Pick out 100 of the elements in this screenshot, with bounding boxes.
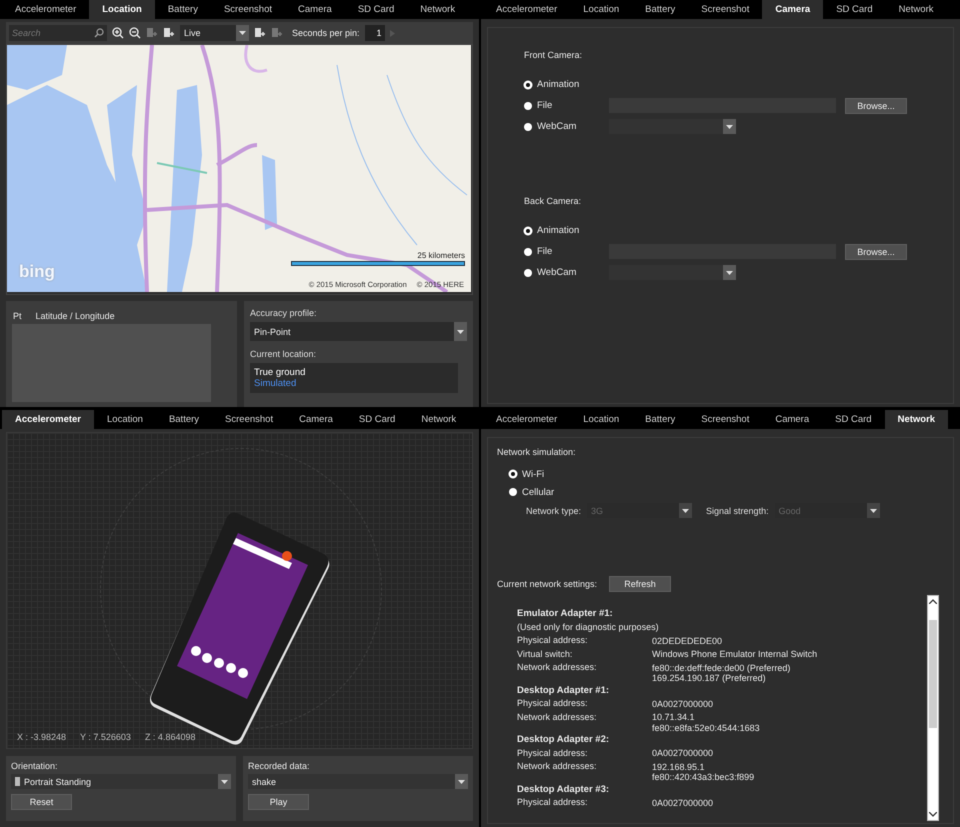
orientation-label: Orientation: [11, 761, 58, 771]
accuracy-profile-dropdown[interactable]: Pin-Point [250, 322, 467, 341]
play-button[interactable]: Play [248, 794, 309, 810]
property-label: Network addresses: [517, 760, 598, 773]
section-title: Front Camera: [524, 50, 584, 60]
property-label: Network addresses: [517, 710, 598, 724]
scroll-up-icon[interactable] [929, 599, 937, 604]
property-value: fe80::420:43a3:bec3:f899 [652, 772, 754, 782]
radio-button[interactable]: Wi-Fi [509, 468, 594, 480]
property-label: Network addresses: [517, 661, 598, 674]
tab[interactable]: SD Card [344, 0, 408, 19]
zoom-in-icon[interactable] [112, 27, 124, 39]
search-box[interactable]: Search [9, 25, 107, 41]
adapter-title: Desktop Adapter #1: [517, 684, 610, 697]
property-label: Virtual switch: [517, 648, 574, 660]
reset-button[interactable]: Reset [11, 794, 72, 810]
radio-icon[interactable] [524, 102, 532, 110]
tab[interactable]: Accelerometer [483, 410, 570, 429]
tab[interactable]: Accelerometer [483, 0, 570, 19]
tab[interactable]: Network [408, 410, 470, 429]
dropdown-label: Network type: [526, 506, 582, 516]
browse-button[interactable]: Browse... [845, 244, 907, 260]
recorded-data-dropdown[interactable]: shake [248, 774, 468, 789]
radio-icon[interactable] [524, 268, 532, 276]
refresh-button[interactable]: Refresh [609, 576, 672, 592]
tab[interactable]: Location [89, 0, 155, 19]
tab[interactable]: Battery [154, 0, 211, 19]
tab[interactable]: Camera [762, 410, 822, 429]
radio-icon[interactable] [524, 248, 532, 256]
section-title: Back Camera: [524, 196, 582, 206]
tab[interactable]: Screenshot [210, 0, 286, 19]
phone-icon [15, 777, 20, 786]
radio-icon[interactable] [524, 80, 532, 88]
property-value: fe80::e8fa:52e0:4544:1683 [652, 722, 760, 733]
tab[interactable]: Camera [762, 0, 824, 19]
search-field[interactable]: Search [12, 28, 82, 38]
scroll-down-icon[interactable] [929, 812, 937, 817]
scrollbar[interactable] [927, 595, 939, 821]
tab[interactable]: Camera [285, 0, 345, 19]
axis-reading: Z : 4.864098 [144, 732, 196, 742]
radio-button[interactable]: File [524, 246, 609, 257]
tab[interactable]: SD Card [346, 410, 408, 429]
tab[interactable]: Camera [286, 410, 346, 429]
phone-drawing[interactable] [150, 512, 330, 745]
radio-button[interactable]: File [524, 100, 609, 111]
tab[interactable]: Screenshot [688, 410, 762, 429]
column-header: Pt [13, 311, 22, 321]
property-value: Windows Phone Emulator Internal Switch [652, 649, 818, 660]
tab[interactable]: Network [886, 0, 946, 19]
tab[interactable]: Network [884, 410, 948, 429]
tab[interactable]: Accelerometer [2, 410, 94, 429]
adapter-title: Emulator Adapter #1: [517, 607, 614, 620]
property-value: 0A0027000000 [652, 798, 714, 808]
tab[interactable]: Network [407, 0, 468, 19]
add-pin-icon[interactable] [254, 27, 266, 39]
radio-button[interactable]: WebCam [524, 121, 609, 132]
seconds-per-pin-label: Seconds per pin: [292, 28, 360, 38]
tab[interactable]: Screenshot [212, 410, 286, 429]
seconds-per-pin-field[interactable]: 1 [364, 25, 385, 41]
tab[interactable]: Accelerometer [2, 0, 90, 19]
tab[interactable]: Battery [156, 410, 212, 429]
tab[interactable]: Battery [632, 0, 688, 19]
accelerometer-canvas[interactable]: X : -3.98248 Y : 7.526603 Z : 4.864098 [6, 432, 473, 749]
radio-icon[interactable] [524, 226, 532, 234]
radio-button[interactable]: WebCam [524, 267, 609, 278]
property-value: 10.71.34.1 [652, 712, 696, 722]
tab[interactable]: SD Card [822, 410, 885, 429]
tab[interactable]: Screenshot [688, 0, 762, 19]
tab[interactable]: Location [570, 410, 632, 429]
property-value: fe80::de:deff:fede:de00 (Preferred) [652, 662, 790, 673]
property-label: Physical address: [517, 697, 589, 710]
map-logo: bing [19, 262, 55, 282]
property-value: 192.168.95.1 [652, 762, 706, 772]
property-value: 0A0027000000 [652, 748, 714, 758]
tab[interactable]: Location [570, 0, 632, 19]
radio-icon[interactable] [509, 470, 517, 478]
tab[interactable]: SD Card [823, 0, 886, 19]
adapter-title: Desktop Adapter #3: [517, 782, 610, 796]
recorded-data-label: Recorded data: [248, 761, 310, 771]
search-icon[interactable] [94, 28, 104, 38]
tab[interactable]: Battery [632, 410, 688, 429]
radio-button[interactable]: Cellular [509, 486, 594, 498]
accuracy-profile-label: Accuracy profile: [250, 308, 318, 318]
network-simulation-label: Network simulation: [497, 447, 577, 457]
column-header: Latitude / Longitude [36, 311, 115, 321]
radio-button[interactable]: Animation [524, 79, 609, 90]
tab[interactable]: Location [94, 410, 156, 429]
radio-icon[interactable] [509, 488, 517, 496]
zoom-out-icon[interactable] [129, 27, 141, 39]
property-value: 0A0027000000 [652, 698, 714, 709]
property-label: Physical address: [517, 634, 589, 647]
axis-reading: X : -3.98248 [17, 732, 66, 742]
radio-icon[interactable] [524, 122, 532, 130]
property-label: Physical address: [517, 746, 589, 760]
radio-button[interactable]: Animation [524, 225, 609, 236]
orientation-dropdown[interactable]: Portrait Standing [11, 774, 231, 789]
browse-button[interactable]: Browse... [845, 98, 907, 114]
mode-dropdown[interactable]: Live [180, 25, 249, 41]
property-value: 169.254.190.187 (Preferred) [652, 673, 767, 684]
dropdown-label: Signal strength: [706, 506, 769, 516]
